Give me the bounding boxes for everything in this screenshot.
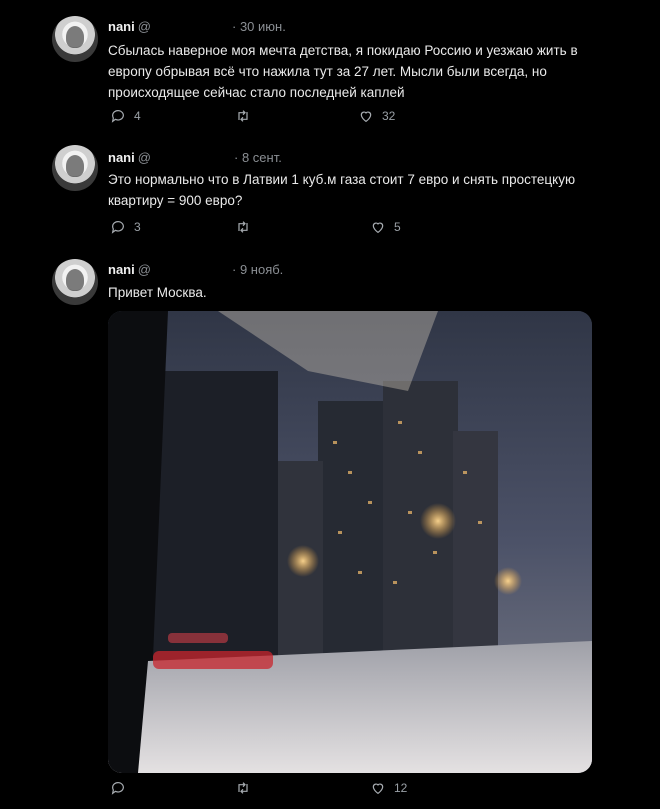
- tweet-text: Сбылась наверное моя мечта детства, я по…: [108, 43, 578, 100]
- tweet-header: nani @: [108, 150, 151, 165]
- like-button[interactable]: 12: [370, 780, 407, 796]
- user-handle[interactable]: @: [138, 150, 151, 165]
- tweet-actions: 4 32: [108, 108, 588, 128]
- like-count: 12: [394, 781, 408, 795]
- retweet-button[interactable]: [235, 219, 259, 235]
- tweet-date[interactable]: · 30 июн.: [232, 19, 286, 34]
- reply-button[interactable]: [110, 780, 134, 796]
- tweet-header: nani @: [108, 262, 151, 277]
- avatar[interactable]: [52, 145, 98, 191]
- tweet-text: Это нормально что в Латвии 1 куб.м газа …: [108, 172, 576, 208]
- avatar[interactable]: [52, 259, 98, 305]
- retweet-icon: [238, 782, 248, 794]
- tweet-date[interactable]: · 9 нояб.: [232, 262, 283, 277]
- reply-icon: [111, 782, 124, 795]
- tweet-header: nani @: [108, 19, 151, 34]
- retweet-button[interactable]: [235, 780, 259, 796]
- like-button[interactable]: 32: [358, 108, 395, 124]
- avatar[interactable]: [52, 16, 98, 62]
- user-name[interactable]: nani: [108, 262, 135, 277]
- reply-count: 3: [134, 220, 141, 234]
- heart-icon: [360, 111, 372, 123]
- retweet-icon: [238, 110, 248, 122]
- tweet-actions: 12: [108, 780, 588, 800]
- user-name[interactable]: nani: [108, 150, 135, 165]
- reply-icon: [111, 110, 124, 123]
- reply-button[interactable]: 3: [110, 219, 141, 235]
- city-night-photo: [108, 311, 592, 773]
- retweet-button[interactable]: [235, 108, 259, 124]
- tweet-actions: 3 5: [108, 219, 588, 239]
- like-button[interactable]: 5: [370, 219, 401, 235]
- like-count: 5: [394, 220, 401, 234]
- user-handle[interactable]: @: [138, 19, 151, 34]
- tweet-text: Привет Москва.: [108, 285, 207, 300]
- user-handle[interactable]: @: [138, 262, 151, 277]
- heart-icon: [372, 783, 384, 795]
- heart-icon: [372, 222, 384, 234]
- reply-button[interactable]: 4: [110, 108, 141, 124]
- reply-icon: [111, 221, 124, 234]
- user-name[interactable]: nani: [108, 19, 135, 34]
- reply-count: 4: [134, 109, 141, 123]
- tweet-date[interactable]: · 8 сент.: [234, 150, 282, 165]
- retweet-icon: [238, 221, 248, 233]
- like-count: 32: [382, 109, 396, 123]
- tweet-photo[interactable]: [108, 311, 592, 773]
